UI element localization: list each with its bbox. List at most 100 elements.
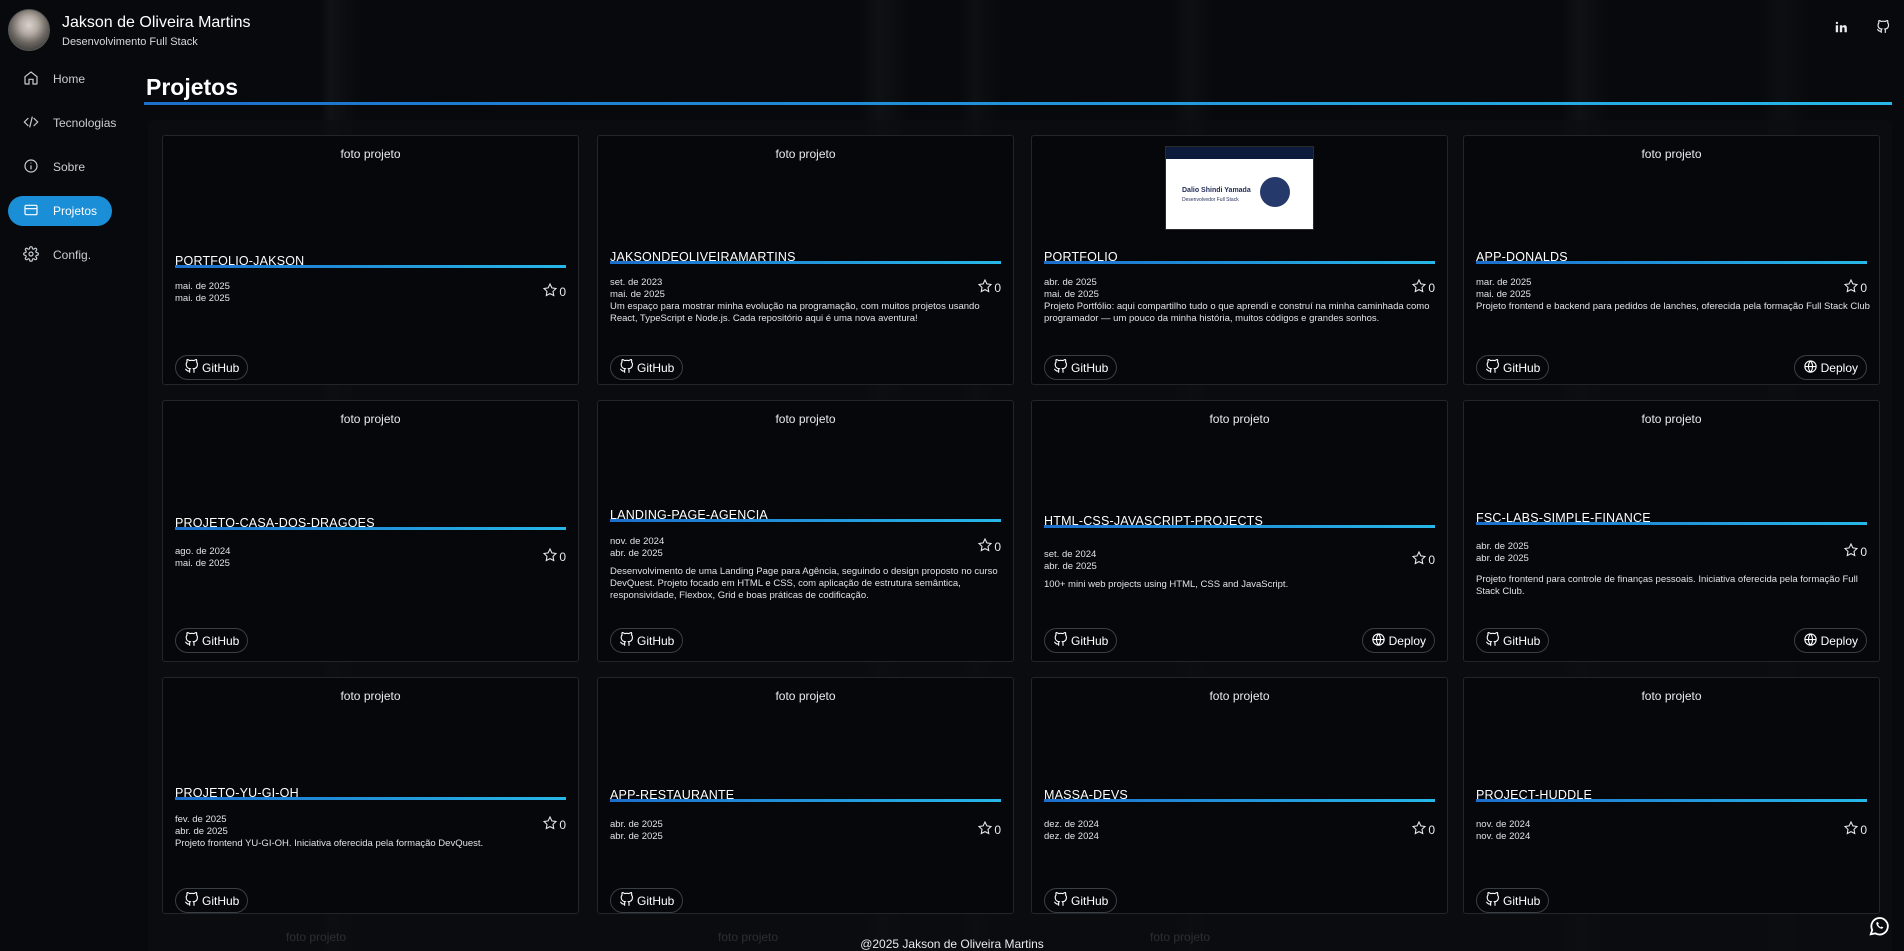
star-count: 0 — [1860, 280, 1867, 295]
project-stars: 0 — [1411, 278, 1435, 297]
project-description: Desenvolvimento de uma Landing Page para… — [610, 566, 998, 601]
star-count: 0 — [1428, 552, 1435, 567]
project-created-date: fev. de 2025 — [175, 814, 227, 825]
github-button[interactable]: GitHub — [1476, 355, 1550, 380]
project-image: foto projeto — [1032, 688, 1447, 772]
project-updated-date: abr. de 2025 — [175, 826, 228, 837]
project-stars: 0 — [977, 820, 1001, 839]
project-dates: nov. de 2024 nov. de 2024 — [1476, 819, 1530, 843]
gear-icon — [23, 245, 39, 265]
star-count: 0 — [994, 539, 1001, 554]
project-updated-date: nov. de 2024 — [1476, 831, 1531, 842]
github-button[interactable]: GitHub — [175, 355, 249, 380]
project-created-date: abr. de 2025 — [610, 819, 663, 830]
project-title-underline — [1044, 799, 1435, 802]
sidebar: Home Tecnologias Sobre Projetos Config. — [0, 64, 140, 284]
github-button[interactable]: GitHub — [610, 628, 684, 653]
linkedin-icon[interactable] — [1834, 20, 1848, 39]
profile-role: Desenvolvimento Full Stack — [62, 35, 198, 48]
deploy-button-label: Deploy — [1388, 633, 1426, 648]
sidebar-item-sobre[interactable]: Sobre — [8, 152, 132, 182]
project-stars: 0 — [977, 537, 1001, 556]
project-created-date: abr. de 2025 — [1476, 541, 1529, 552]
avatar[interactable] — [8, 9, 50, 51]
project-image: foto projeto — [163, 411, 578, 495]
github-button[interactable]: GitHub — [1044, 355, 1118, 380]
github-button[interactable]: GitHub — [1476, 628, 1550, 653]
deploy-button[interactable]: Deploy — [1793, 355, 1867, 380]
project-title-underline — [175, 265, 566, 268]
project-card: foto projeto PROJETO-CASA-DOS-DRAGOES ago.… — [162, 400, 579, 662]
screenshot-subtitle: Desenvolvedor Full Stack — [1182, 197, 1239, 203]
github-button[interactable]: GitHub — [1044, 888, 1118, 913]
project-updated-date: mai. de 2025 — [1476, 289, 1531, 300]
project-description: Projeto frontend e backend para pedidos … — [1476, 301, 1870, 312]
project-created-date: ago. de 2024 — [175, 546, 231, 557]
project-image-alt: foto projeto — [340, 689, 401, 703]
github-button[interactable]: GitHub — [1476, 888, 1550, 913]
code-icon — [23, 114, 39, 133]
github-button[interactable]: GitHub — [175, 628, 249, 653]
title-underline — [144, 102, 1892, 105]
star-count: 0 — [994, 280, 1001, 295]
project-description: Projeto frontend para controle de finanç… — [1476, 574, 1858, 597]
star-icon — [1843, 542, 1859, 561]
project-image-alt: foto projeto — [340, 412, 401, 426]
project-image: foto projeto — [598, 411, 1013, 495]
profile-name: Jakson de Oliveira Martins — [62, 13, 251, 31]
sidebar-item-label: Home — [53, 72, 86, 86]
github-button-label: GitHub — [637, 360, 675, 375]
project-card: foto projeto JAKSONDEOLIVEIRAMARTINS set. … — [597, 135, 1014, 385]
project-image-alt: foto projeto — [775, 689, 836, 703]
project-updated-date: mai. de 2025 — [175, 558, 230, 569]
project-updated-date: dez. de 2024 — [1044, 831, 1099, 842]
github-icon[interactable] — [1876, 19, 1890, 39]
project-updated-date: mai. de 2025 — [1044, 289, 1099, 300]
github-button[interactable]: GitHub — [1044, 628, 1118, 653]
github-button-label: GitHub — [1503, 893, 1541, 908]
github-button[interactable]: GitHub — [610, 888, 684, 913]
sidebar-item-config[interactable]: Config. — [8, 240, 132, 270]
project-image: foto projeto — [163, 688, 578, 772]
star-count: 0 — [559, 817, 566, 832]
project-dates: set. de 2024 abr. de 2025 — [1044, 549, 1097, 573]
project-title-underline — [1476, 261, 1867, 264]
project-image: foto projeto — [598, 146, 1013, 230]
sidebar-item-home[interactable]: Home — [8, 64, 132, 94]
github-icon — [619, 891, 634, 910]
project-dates: mai. de 2025 mai. de 2025 — [175, 281, 230, 305]
sidebar-item-tecnologias[interactable]: Tecnologias — [8, 108, 132, 138]
github-button-label: GitHub — [1071, 893, 1109, 908]
card-icon — [23, 202, 39, 221]
star-count: 0 — [1428, 280, 1435, 295]
project-created-date: mai. de 2025 — [175, 281, 230, 292]
project-created-date: abr. de 2025 — [1044, 277, 1097, 288]
project-card: foto projeto PROJECT-HUDDLE nov. de 2024 no… — [1463, 677, 1880, 914]
sidebar-item-label: Sobre — [53, 160, 86, 174]
home-icon — [23, 70, 39, 89]
project-title-underline — [1476, 522, 1867, 525]
project-stars: 0 — [542, 815, 566, 834]
github-icon — [1485, 631, 1500, 650]
github-button[interactable]: GitHub — [175, 888, 249, 913]
sidebar-item-projetos[interactable]: Projetos — [8, 196, 112, 226]
project-stars: 0 — [1411, 820, 1435, 839]
github-button[interactable]: GitHub — [610, 355, 684, 380]
project-updated-date: mai. de 2025 — [175, 293, 230, 304]
project-image: foto projeto — [1032, 411, 1447, 495]
project-stars: 0 — [1411, 550, 1435, 569]
whatsapp-icon[interactable] — [1868, 915, 1890, 937]
deploy-button[interactable]: Deploy — [1793, 628, 1867, 653]
project-image-alt: foto projeto — [1641, 689, 1702, 703]
deploy-button[interactable]: Deploy — [1361, 628, 1435, 653]
project-created-date: mar. de 2025 — [1476, 277, 1532, 288]
project-title-underline — [175, 797, 566, 800]
star-icon — [977, 820, 993, 839]
project-created-date: nov. de 2024 — [610, 536, 665, 547]
project-updated-date: abr. de 2025 — [1044, 561, 1097, 572]
project-image-alt: foto projeto — [775, 412, 836, 426]
deploy-button-label: Deploy — [1820, 633, 1858, 648]
project-screenshot: Dalio Shindi Yamada Desenvolvedor Full St… — [1165, 146, 1314, 230]
project-description: Um espaço para mostrar minha evolução na… — [610, 301, 980, 324]
header-social-icons — [1834, 19, 1890, 39]
